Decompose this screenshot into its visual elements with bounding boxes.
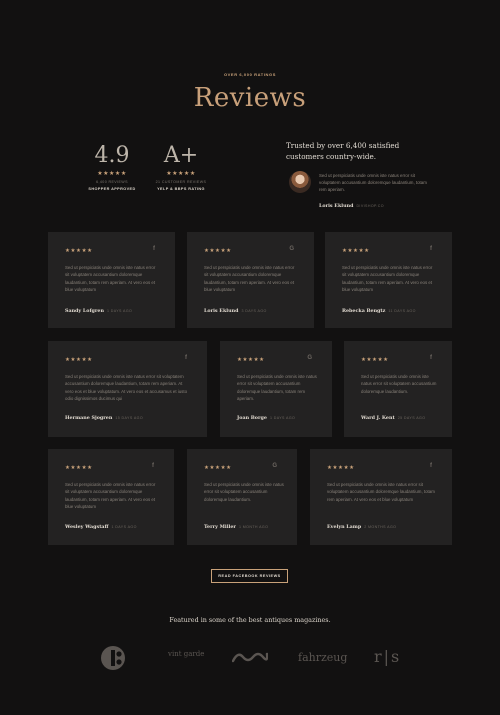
review-card: ★★★★★ f Sed ut perspiciatis unde omnis i… (310, 449, 452, 545)
review-byline: Terry Miller 1 MONTH AGO (204, 524, 268, 530)
reviewer-name: Sandy Lofgren (65, 308, 104, 314)
review-byline: Wesley Wagstaff 1 DAYS AGO (65, 524, 137, 530)
review-byline: Ward J. Kent 25 DAYS AGO (361, 415, 425, 421)
review-date: 1 DAYS AGO (106, 309, 133, 313)
featured-heading: Featured in some of the best antiques ma… (169, 616, 331, 624)
review-stars: ★★★★★ (65, 357, 93, 363)
facebook-icon: f (430, 463, 432, 469)
facebook-icon: f (185, 355, 187, 361)
facebook-icon: f (153, 246, 155, 252)
review-stars: ★★★★★ (204, 248, 232, 254)
rating-score: A+ (163, 143, 199, 168)
review-quote: Sed ut perspiciatis unde omnis iste natu… (342, 265, 433, 292)
review-quote: Sed ut perspiciatis unde omnis iste natu… (204, 482, 284, 502)
review-stars: ★★★★★ (65, 248, 93, 254)
review-quote: Sed ut perspiciatis unde omnis iste natu… (65, 482, 156, 509)
review-date: 1 MONTH AGO (238, 525, 269, 529)
review-card: ★★★★★ f Sed ut perspiciatis unde omnis i… (344, 341, 452, 437)
review-stars: ★★★★★ (237, 357, 265, 363)
rating-stars: ★★★★★ (97, 171, 127, 177)
fahrzeug-logo: fahrzeug (298, 651, 348, 664)
review-byline: Joan Borge 1 DAYS AGO (237, 415, 295, 421)
review-stars: ★★★★★ (65, 465, 93, 471)
google-icon: G (307, 355, 312, 361)
review-date: 2 MONTHS AGO (364, 525, 397, 529)
review-date: 1 DAYS AGO (269, 416, 296, 420)
facebook-icon: f (430, 246, 432, 252)
reviewer-name: Terry Miller (204, 524, 236, 530)
facebook-icon: f (152, 463, 154, 469)
avatar (289, 171, 311, 193)
review-byline: Hermane Sjogren 15 DAYS AGO (65, 415, 143, 421)
reviewer-name: Loris Eklund (319, 203, 354, 209)
rating-source-label: SHOPPER APPROVED (88, 187, 136, 191)
reviewer-name: Loris Eklund (204, 308, 239, 314)
trusted-heading: Trusted by over 6,400 satisfied customer… (286, 141, 400, 161)
review-card: ★★★★★ f Sed ut perspiciatis unde omnis i… (48, 449, 174, 545)
review-date: 25 DAYS AGO (397, 416, 426, 420)
review-date: 1 DAYS AGO (111, 525, 137, 529)
review-byline: Loris Eklund 3 DAYS AGO (204, 308, 267, 314)
rating-score: 4.9 (94, 143, 130, 168)
reviewer-name: Wesley Wagstaff (65, 524, 109, 530)
page-title: Reviews (193, 83, 307, 113)
reviewer-name: Ward J. Kent (361, 415, 395, 421)
google-icon: G (289, 246, 294, 252)
rating-subtext: 6,400 REVIEWS (96, 180, 128, 184)
review-quote: Sed ut perspiciatis unde omnis iste natu… (237, 374, 317, 401)
review-stars: ★★★★★ (342, 248, 370, 254)
review-quote: Sed ut perspiciatis unde omnis iste natu… (361, 374, 437, 394)
review-card: ★★★★★ f Sed ut perspiciatis unde omnis i… (48, 341, 207, 437)
vintgarde-logo: vint garde (168, 650, 205, 658)
review-stars: ★★★★★ (327, 465, 355, 471)
reviewer-name: Evelyn Lamp (327, 524, 362, 530)
rs-logo: r|s (374, 647, 402, 666)
facebook-icon: f (430, 355, 432, 361)
review-byline: Sandy Lofgren 1 DAYS AGO (65, 308, 132, 314)
review-card: ★★★★★ G Sed ut perspiciatis unde omnis i… (187, 449, 297, 545)
wave-logo-icon (231, 650, 269, 664)
review-card: ★★★★★ f Sed ut perspiciatis unde omnis i… (325, 232, 452, 328)
review-date: 11 DAYS AGO (388, 309, 416, 313)
review-quote: Sed ut perspiciatis unde omnis iste natu… (65, 374, 188, 401)
featured-review-byline: Loris Eklund DIVISHOP.CO (319, 203, 384, 209)
rating-stars: ★★★★★ (166, 171, 196, 177)
reviewer-name: Hermane Sjogren (65, 415, 113, 421)
rating-source-label: YELP & BBPS RATING (157, 187, 205, 191)
review-byline: Evelyn Lamp 2 MONTHS AGO (327, 524, 396, 530)
review-byline: Rebecka Bengtz 11 DAYS AGO (342, 308, 416, 314)
rating-block-shopper: 4.9 ★★★★★ 6,400 REVIEWS SHOPPER APPROVED (80, 143, 144, 191)
rating-subtext: 21 CUSTOMER REVIEWS (155, 180, 207, 184)
read-facebook-reviews-button[interactable]: READ FACEBOOK REVIEWS (211, 569, 288, 583)
review-stars: ★★★★★ (204, 465, 232, 471)
review-card: ★★★★★ f Sed ut perspiciatis unde omnis i… (48, 232, 175, 328)
reviewer-name: Joan Borge (237, 415, 267, 421)
review-date: 15 DAYS AGO (115, 416, 144, 420)
review-quote: Sed ut perspiciatis unde omnis iste natu… (65, 265, 156, 292)
section-eyebrow: OVER 6,000 RATINGS (223, 72, 277, 77)
review-card: ★★★★★ G Sed ut perspiciatis unde omnis i… (220, 341, 332, 437)
review-date: 3 DAYS AGO (241, 309, 267, 313)
review-card: ★★★★★ G Sed ut perspiciatis unde omnis i… (187, 232, 314, 328)
rating-block-yelp: A+ ★★★★★ 21 CUSTOMER REVIEWS YELP & BBPS… (149, 143, 213, 191)
featured-review-quote: Sed ut perspiciatis unde omnis iste natu… (319, 173, 427, 193)
review-quote: Sed ut perspiciatis unde omnis iste natu… (327, 482, 435, 502)
review-source: DIVISHOP.CO (356, 204, 384, 208)
review-quote: Sed ut perspiciatis unde omnis iste natu… (204, 265, 295, 292)
review-stars: ★★★★★ (361, 357, 389, 363)
c-logo-icon (100, 645, 126, 671)
reviewer-name: Rebecka Bengtz (342, 308, 386, 314)
google-icon: G (272, 463, 277, 469)
